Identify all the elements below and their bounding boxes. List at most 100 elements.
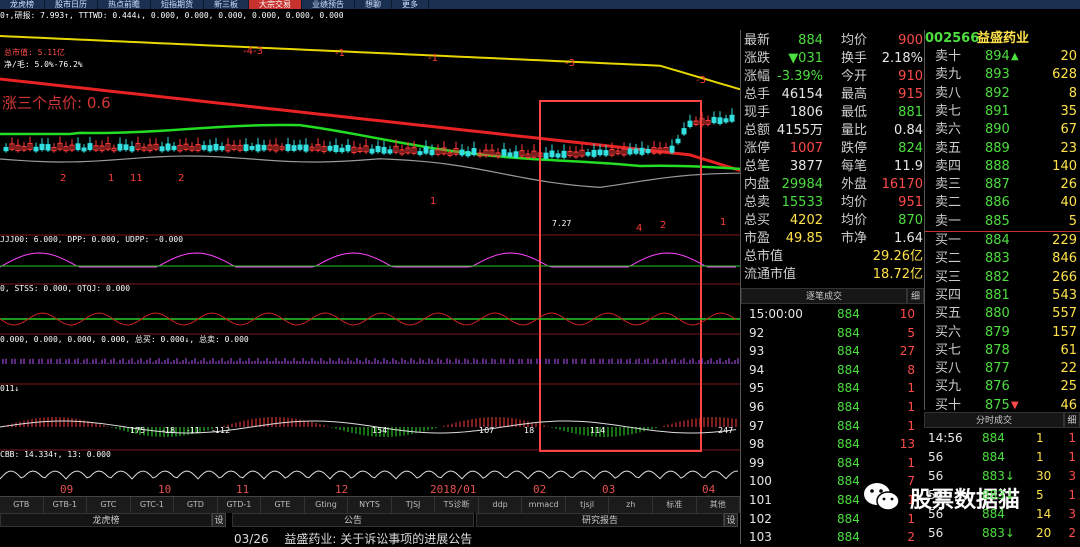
minute-volume: 1: [1036, 431, 1044, 445]
note-mcap: 总市值: 5.11亿: [4, 48, 65, 57]
bid-level: 买三 882 266: [925, 269, 1080, 287]
low-mark: 1: [108, 173, 114, 184]
level-price: 887: [985, 177, 1010, 193]
announcement-item[interactable]: 03/26 益盛药业: 关于诉讼事项的进展公告: [234, 530, 472, 547]
top-tab[interactable]: 短指期货: [151, 0, 204, 9]
trade-row: 97 884 1: [741, 417, 923, 436]
minute-trades-detail-button[interactable]: 细: [1064, 412, 1080, 428]
top-tab[interactable]: 龙虎榜: [0, 0, 45, 9]
candle-body: [345, 144, 351, 152]
indicator-tab[interactable]: ddp: [479, 497, 523, 513]
top-tab[interactable]: 新三板: [204, 0, 249, 9]
indicator-tab[interactable]: tjsjl: [566, 497, 610, 513]
indicator-tab[interactable]: GTB: [0, 497, 44, 513]
candle-body: [543, 152, 549, 159]
x-axis-label: 09: [60, 483, 73, 496]
top-tab[interactable]: 大宗交易: [249, 0, 302, 9]
top-tab[interactable]: 股市日历: [45, 0, 98, 9]
tick-trades-detail-button[interactable]: 细: [907, 288, 924, 304]
indicator-tab[interactable]: GTB-1: [44, 497, 88, 513]
bid-level: 买九 876 25: [925, 378, 1080, 396]
sub-indicator-5: CBB: 14.334↑, 13: 0.000: [0, 450, 111, 459]
trade-row: 15:00:00 884 10: [741, 305, 923, 324]
indicator-tab[interactable]: 其他: [697, 497, 741, 513]
trade-volume: 5: [907, 325, 915, 340]
level-price: 891: [985, 103, 1010, 119]
indicator-tab[interactable]: NYTS: [348, 497, 392, 513]
quote-label: 涨幅: [744, 69, 771, 84]
quote-label: 内盘: [744, 177, 771, 192]
candle-body: [687, 120, 693, 128]
tick-trades-header[interactable]: 逐笔成交: [741, 288, 907, 304]
indicator-tab[interactable]: Gting: [305, 497, 349, 513]
trade-volume: 10: [899, 307, 915, 321]
minute-time: 56: [928, 526, 944, 540]
minute-count: 3: [1068, 469, 1076, 483]
level-label: 卖二: [935, 195, 962, 211]
quote-panel: 最新 884 均价 900 涨跌 ▼031 换手 2.18% 涨幅 -3.39% 今开 910 总手 46…: [740, 30, 924, 544]
top-tab[interactable]: 热点前瞻: [98, 0, 151, 9]
level-price: 881: [985, 287, 1010, 303]
quote-value-2: 0.84: [894, 123, 923, 138]
low-mark: 1: [430, 196, 436, 207]
candle-body: [45, 144, 51, 151]
top-mark: -1: [335, 48, 345, 59]
trade-time: 103: [749, 530, 772, 545]
trade-time: 101: [749, 493, 772, 507]
macd-value: -18: [162, 426, 175, 435]
top-tab[interactable]: 更多: [392, 0, 429, 9]
settings-button-1[interactable]: 设: [212, 513, 226, 527]
trade-volume: 27: [899, 344, 915, 359]
level-label: 买八: [935, 361, 962, 377]
macd-value: 114: [590, 426, 605, 435]
trade-volume: 1: [907, 381, 915, 396]
indicator-tab[interactable]: GTC-1: [131, 497, 175, 513]
level-volume: 846: [1052, 251, 1077, 267]
minute-count: 2: [1068, 526, 1076, 540]
ask-level: 卖四 888 140: [925, 158, 1080, 176]
level-volume: 25: [1060, 379, 1077, 395]
top-tab[interactable]: 想聊: [355, 0, 392, 9]
minute-trades-header[interactable]: 分时成交: [924, 412, 1064, 428]
level-price: 890: [985, 122, 1010, 138]
candle-body: [645, 148, 651, 154]
quote-row: 现手 1806 最低 881: [741, 104, 925, 122]
quote-value: 4202: [789, 213, 823, 228]
order-book: 002566 益盛药业 卖十 894 ▲ 20 卖九 893 628 卖八 892 8 卖七 891 35 卖…: [924, 30, 1080, 413]
indicator-tab[interactable]: GTD: [174, 497, 218, 513]
top-tab[interactable]: 业绩预告: [302, 0, 355, 9]
ask-level: 卖九 893 628: [925, 66, 1080, 84]
candle-body: [729, 114, 735, 122]
tab-announcement[interactable]: 公告: [232, 513, 474, 527]
quote-value: 3877: [789, 159, 823, 174]
tab-dragon-tiger[interactable]: 龙虎榜: [0, 513, 212, 527]
quote-label: 总手: [744, 87, 771, 102]
indicator-tab[interactable]: GTE: [261, 497, 305, 513]
bid-level: 买二 883 846: [925, 250, 1080, 268]
settings-button-2[interactable]: 设: [724, 513, 738, 527]
level-label: 买六: [935, 324, 962, 340]
bid-level: 买八 877 22: [925, 360, 1080, 378]
tab-research-report[interactable]: 研究报告: [476, 513, 724, 527]
candle-body: [219, 145, 225, 151]
trade-row: 95 884 1: [741, 379, 923, 398]
ask-level: 卖六 890 67: [925, 121, 1080, 139]
indicator-tab[interactable]: GTD-1: [218, 497, 262, 513]
indicator-tab[interactable]: TJSJ: [392, 497, 436, 513]
cbb-line: [0, 470, 739, 480]
indicator-tab[interactable]: mmacd: [522, 497, 566, 513]
sub-indicator-3: 0.000, 0.000, 0.000, 0.000, 总买: 0.000↓, …: [0, 335, 249, 344]
indicator-tab[interactable]: zh: [609, 497, 653, 513]
indicator-tab[interactable]: GTC: [87, 497, 131, 513]
chart-canvas[interactable]: 09 10 11 12 2018/01 02 03 04-4-3 -1 -1 -3-32 1 11 214…: [0, 9, 740, 496]
quote-value-2: 870: [898, 213, 923, 228]
minute-price: 884: [982, 450, 1005, 464]
top-mark: -1: [428, 53, 438, 64]
candle-body: [81, 147, 87, 152]
level-price: 877: [985, 361, 1010, 377]
indicator-tab[interactable]: TS诊断: [435, 497, 479, 513]
indicator-tab-bar: GTB GTB-1 GTC GTC-1 GTD GTD-1 GTE Gting NYTS TJSJ…: [0, 496, 741, 513]
indicator-tab[interactable]: 标准: [653, 497, 697, 513]
kline-chart-area[interactable]: 09 10 11 12 2018/01 02 03 04 -4-3 -1 -1 -3 -3 2 1 11 2 1 4…: [0, 9, 740, 496]
candle-body: [375, 146, 381, 153]
